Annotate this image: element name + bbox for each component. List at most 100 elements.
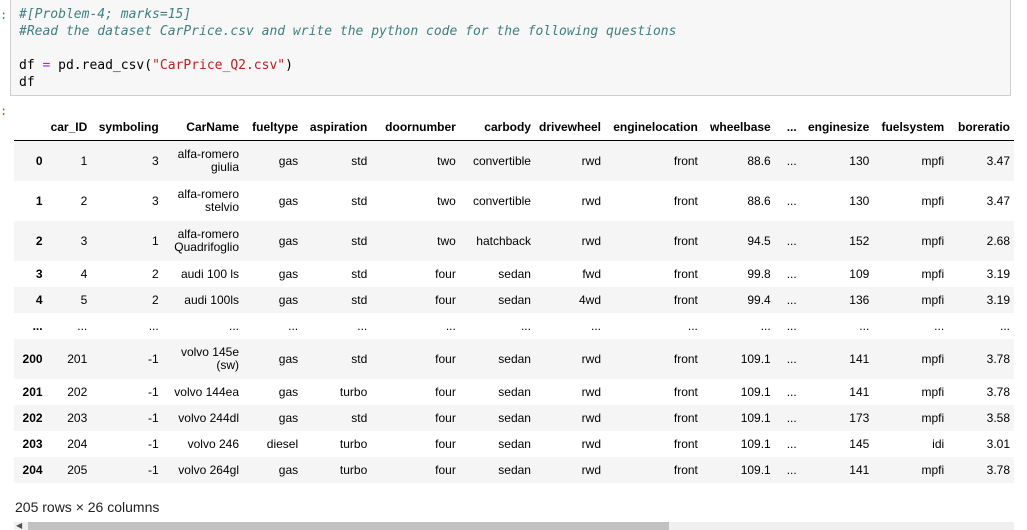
table-cell: ... bbox=[786, 352, 797, 366]
table-cell: 204 bbox=[67, 437, 88, 451]
row-index: 200 bbox=[22, 352, 43, 366]
table-cell: front bbox=[673, 352, 698, 366]
table-cell: hatchback bbox=[476, 234, 531, 248]
table-cell: gas bbox=[278, 194, 299, 208]
code-line-comment-2: #Read the dataset CarPrice.csv and write… bbox=[19, 24, 677, 39]
column-header: enginelocation bbox=[605, 114, 702, 141]
table-cell: 109.1 bbox=[740, 385, 771, 399]
table-cell: audi 100 ls bbox=[180, 267, 239, 281]
column-header: boreratio bbox=[948, 114, 1014, 141]
table-cell: ... bbox=[786, 267, 797, 281]
table-cell: -1 bbox=[148, 411, 159, 425]
code-cell[interactable]: #[Problem-4; marks=15] #Read the dataset… bbox=[10, 0, 1011, 96]
table-cell: 109.1 bbox=[740, 352, 771, 366]
table-cell: 94.5 bbox=[747, 234, 771, 248]
table-cell: 3 bbox=[152, 154, 159, 168]
table-cell: rwd bbox=[581, 154, 602, 168]
header-row: car_ID symboling CarName fueltype aspiration… bbox=[14, 114, 1014, 141]
column-header: car_ID bbox=[46, 114, 92, 141]
column-header: symboling bbox=[91, 114, 163, 141]
table-cell: ... bbox=[77, 319, 88, 333]
table-body: 0 1 3 alfa-romero giulia gas std two convertibl… bbox=[14, 140, 1014, 483]
table-cell: 88.6 bbox=[747, 194, 771, 208]
table-cell: sedan bbox=[498, 411, 531, 425]
table-cell: ... bbox=[786, 234, 797, 248]
table-cell: rwd bbox=[581, 463, 602, 477]
table-cell: 109 bbox=[849, 267, 870, 281]
table-cell: four bbox=[435, 293, 456, 307]
table-row: ........................................… bbox=[14, 313, 1014, 339]
table-cell: sedan bbox=[498, 385, 531, 399]
table-cell: ... bbox=[786, 463, 797, 477]
table-row: 204 205 -1 volvo 264gl gas turbo four sedan rwd f… bbox=[14, 457, 1014, 483]
column-header: ... bbox=[774, 114, 801, 141]
table-cell: std bbox=[351, 234, 368, 248]
table-cell: mpfi bbox=[921, 411, 945, 425]
table-cell: alfa-romero Quadrifoglio bbox=[174, 227, 239, 254]
horizontal-scrollbar[interactable]: ◀ bbox=[14, 522, 1014, 530]
table-cell: std bbox=[351, 267, 368, 281]
table-cell: gas bbox=[278, 234, 299, 248]
table-cell: 88.6 bbox=[747, 154, 771, 168]
table-cell: 145 bbox=[849, 437, 870, 451]
table-cell: volvo 244dl bbox=[178, 411, 239, 425]
column-header: carbody bbox=[459, 114, 535, 141]
table-cell: volvo 145e (sw) bbox=[180, 345, 239, 372]
code-close-paren: ) bbox=[285, 58, 293, 73]
table-cell: 205 bbox=[67, 463, 88, 477]
table-cell: -1 bbox=[148, 437, 159, 451]
table-row: 3 4 2 audi 100 ls gas std four sedan fwd front 99.… bbox=[14, 261, 1014, 287]
table-cell: rwd bbox=[581, 234, 602, 248]
table-cell: mpfi bbox=[921, 352, 945, 366]
table-cell: fwd bbox=[582, 267, 602, 281]
table-cell: front bbox=[673, 385, 698, 399]
table-cell: ... bbox=[760, 319, 771, 333]
table-cell: 201 bbox=[67, 352, 88, 366]
table-cell: 141 bbox=[849, 463, 870, 477]
table-cell: 2 bbox=[152, 267, 159, 281]
table-cell: 203 bbox=[67, 411, 88, 425]
table-cell: 2 bbox=[80, 194, 88, 208]
table-cell: rwd bbox=[581, 385, 602, 399]
table-cell: ... bbox=[786, 293, 797, 307]
table-cell: volvo 264gl bbox=[178, 463, 239, 477]
table-cell: rwd bbox=[581, 194, 602, 208]
table-cell: mpfi bbox=[921, 234, 945, 248]
table-row: 202 203 -1 volvo 244dl gas std four sedan rwd fro… bbox=[14, 405, 1014, 431]
row-index: 204 bbox=[22, 463, 43, 477]
column-header: fueltype bbox=[243, 114, 303, 141]
table-cell: 130 bbox=[849, 154, 870, 168]
table-cell: ... bbox=[228, 319, 239, 333]
table-cell: volvo 144ea bbox=[174, 385, 239, 399]
table-cell: 136 bbox=[849, 293, 870, 307]
code-var: df bbox=[19, 58, 35, 73]
table-cell: sedan bbox=[498, 352, 531, 366]
table-cell: std bbox=[351, 411, 368, 425]
table-cell: ... bbox=[288, 319, 299, 333]
table-cell: 3.78 bbox=[986, 463, 1010, 477]
table-cell: 3.78 bbox=[986, 352, 1010, 366]
table-cell: front bbox=[673, 267, 698, 281]
table-cell: ... bbox=[786, 411, 797, 425]
table-cell: four bbox=[435, 463, 456, 477]
table-cell: volvo 246 bbox=[187, 437, 239, 451]
table-cell: ... bbox=[786, 319, 797, 333]
table-cell: 141 bbox=[849, 385, 870, 399]
table-cell: -1 bbox=[148, 352, 159, 366]
table-cell: 3.19 bbox=[986, 267, 1010, 281]
table-cell: four bbox=[435, 352, 456, 366]
scrollbar-thumb[interactable] bbox=[28, 522, 669, 530]
table-cell: ... bbox=[786, 385, 797, 399]
table-cell: gas bbox=[278, 267, 299, 281]
table-cell: audi 100ls bbox=[184, 293, 239, 307]
table-cell: four bbox=[435, 437, 456, 451]
table-cell: -1 bbox=[148, 463, 159, 477]
output-prompt-marker: : bbox=[0, 104, 8, 118]
table-row: 201 202 -1 volvo 144ea gas turbo four sedan rwd f… bbox=[14, 379, 1014, 405]
table-cell: 3 bbox=[80, 234, 88, 248]
table-cell: two bbox=[437, 234, 456, 248]
table-cell: 2.68 bbox=[986, 234, 1010, 248]
table-cell: turbo bbox=[339, 437, 368, 451]
table-cell: sedan bbox=[498, 267, 531, 281]
scroll-left-arrow-icon[interactable]: ◀ bbox=[16, 522, 22, 530]
